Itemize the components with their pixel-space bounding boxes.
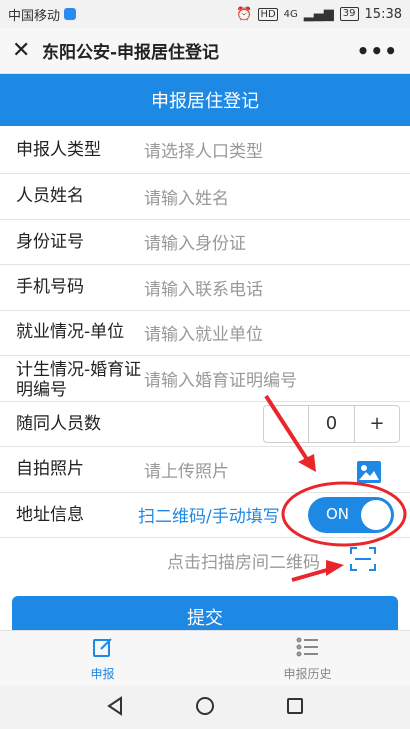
home-icon[interactable]: [195, 696, 215, 720]
hd-icon: HD: [258, 7, 278, 21]
carrier-name: 中国移动: [8, 8, 61, 24]
submit-label: 提交: [187, 608, 223, 629]
id-number-label: 身份证号: [16, 231, 84, 252]
clock: 15:38: [364, 6, 402, 22]
back-icon[interactable]: [106, 695, 124, 720]
bottom-tab-bar: 申报 申报历史: [0, 630, 410, 686]
increment-button[interactable]: +: [354, 405, 399, 442]
form-header-title: 申报居住登记: [151, 91, 259, 112]
list-icon: [296, 636, 320, 661]
declarant-type-select[interactable]: 请选择人口类型: [144, 137, 410, 162]
employer-input[interactable]: 请输入就业单位: [144, 320, 410, 345]
phone-input[interactable]: 请输入联系电话: [144, 275, 410, 300]
image-upload-icon[interactable]: [356, 460, 382, 488]
form-header: 申报居住登记: [0, 74, 410, 126]
registration-form: 申报人类型 请选择人口类型 人员姓名 请输入姓名 身份证号 请输入身份证 手机号…: [0, 126, 410, 584]
address-row: 地址信息 扫二维码/手动填写 ON: [0, 493, 410, 538]
phone-label: 手机号码: [16, 277, 84, 298]
toggle-label: ON: [326, 504, 350, 523]
toggle-knob: [361, 499, 391, 530]
id-number-row: 身份证号 请输入身份证: [0, 220, 410, 265]
tab-declare[interactable]: 申报: [0, 631, 205, 686]
alarm-icon: ⏰: [236, 6, 253, 22]
more-icon[interactable]: •••: [357, 39, 398, 63]
scan-row[interactable]: 点击扫描房间二维码: [0, 538, 410, 584]
phone-row: 手机号码 请输入联系电话: [0, 265, 410, 311]
system-nav-bar: [0, 686, 410, 729]
title-bar: ✕ 东阳公安-申报居住登记 •••: [0, 28, 410, 74]
decrement-button[interactable]: [264, 405, 309, 442]
tab-history-label: 申报历史: [283, 666, 332, 681]
id-number-input[interactable]: 请输入身份证: [144, 229, 410, 254]
selfie-row: 自拍照片 请上传照片: [0, 447, 410, 493]
declarant-type-row[interactable]: 申报人类型 请选择人口类型: [0, 126, 410, 174]
selfie-placeholder: 请上传照片: [144, 461, 229, 482]
signal-icon: ▂▄▆: [303, 6, 334, 22]
companions-row: 随同人员数 0 +: [0, 402, 410, 447]
tab-history[interactable]: 申报历史: [205, 631, 410, 686]
family-planning-input[interactable]: 请输入婚育证明编号: [144, 366, 410, 391]
edit-icon: [92, 636, 114, 661]
address-label: 地址信息: [16, 504, 84, 525]
selfie-label: 自拍照片: [16, 459, 84, 480]
name-label: 人员姓名: [16, 186, 84, 207]
name-row: 人员姓名 请输入姓名: [0, 174, 410, 220]
scan-icon[interactable]: [350, 546, 376, 575]
companions-count[interactable]: 0: [309, 406, 354, 442]
companions-label: 随同人员数: [16, 413, 101, 434]
status-bar: 中国移动 ⏰ HD 4G ▂▄▆ 39 15:38: [0, 0, 410, 28]
battery-level: 39: [339, 7, 359, 21]
recents-icon[interactable]: [286, 697, 304, 719]
app-notification-icon: [64, 8, 77, 20]
address-mode-toggle[interactable]: ON: [308, 496, 394, 533]
scan-text[interactable]: 点击扫描房间二维码: [167, 548, 320, 573]
signal-type: 4G: [283, 8, 298, 20]
close-icon[interactable]: ✕: [12, 38, 38, 63]
tab-declare-label: 申报: [90, 666, 115, 681]
page-title: 东阳公安-申报居住登记: [42, 43, 220, 63]
name-input[interactable]: 请输入姓名: [144, 184, 410, 209]
employer-row: 就业情况-单位 请输入就业单位: [0, 311, 410, 356]
family-planning-label: 计生情况-婚育证明编号: [16, 359, 142, 400]
family-planning-row: 计生情况-婚育证明编号 请输入婚育证明编号: [0, 356, 410, 402]
companions-stepper[interactable]: 0 +: [263, 404, 400, 443]
address-mode-text: 扫二维码/手动填写: [138, 507, 280, 528]
declarant-type-label: 申报人类型: [16, 139, 101, 160]
employer-label: 就业情况-单位: [16, 322, 125, 343]
